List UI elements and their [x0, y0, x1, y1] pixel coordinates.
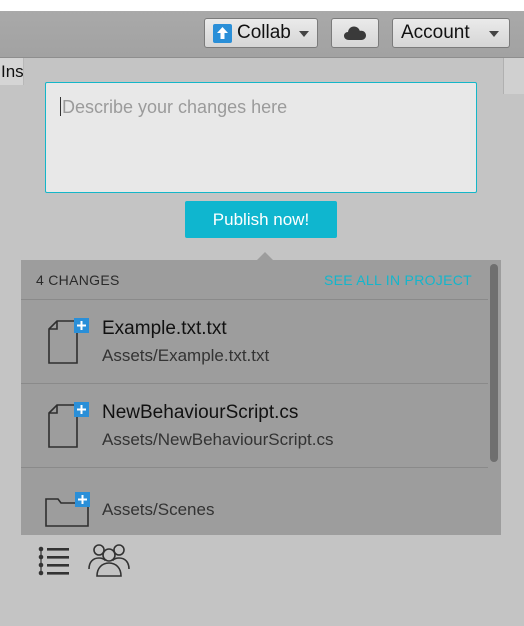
file-path: Assets/NewBehaviourScript.cs	[102, 430, 334, 449]
cloud-button[interactable]	[331, 18, 379, 48]
file-added-icon	[45, 318, 89, 371]
changes-panel: 4 CHANGES SEE ALL IN PROJECT Example.txt…	[21, 260, 501, 535]
account-dropdown[interactable]: Account	[392, 18, 510, 48]
window-top-edge	[0, 0, 524, 11]
collab-button[interactable]: Collab	[204, 18, 318, 48]
chevron-down-icon	[489, 31, 499, 37]
folder-added-icon	[45, 492, 91, 533]
file-added-icon	[45, 402, 89, 455]
changes-header: 4 CHANGES SEE ALL IN PROJECT	[21, 260, 488, 300]
toolbar: Collab Account	[0, 11, 524, 58]
list-item[interactable]: Example.txt.txt Assets/Example.txt.txt	[21, 300, 488, 384]
scrollbar-thumb[interactable]	[490, 264, 498, 462]
commit-message-input[interactable]: Describe your changes here	[45, 82, 477, 193]
changes-scrollbar[interactable]	[490, 262, 499, 535]
chevron-down-icon	[299, 31, 309, 37]
file-name: NewBehaviourScript.cs	[102, 402, 299, 423]
commit-message-placeholder: Describe your changes here	[62, 97, 288, 117]
collaborators-icon[interactable]	[86, 542, 132, 583]
account-label: Account	[401, 22, 470, 43]
history-icon[interactable]	[37, 545, 71, 582]
collab-label: Collab	[237, 22, 291, 43]
changes-count: 4 CHANGES	[36, 272, 120, 288]
inspector-side-strip	[503, 58, 524, 94]
text-cursor	[60, 97, 61, 116]
file-path: Assets/Scenes	[102, 500, 215, 519]
list-item[interactable]: Assets/Scenes	[21, 468, 488, 535]
file-name: Example.txt.txt	[102, 318, 227, 339]
collab-upload-icon	[213, 23, 232, 43]
tab-inspector[interactable]: Inspector	[0, 58, 24, 85]
publish-button[interactable]: Publish now!	[185, 201, 337, 238]
list-item[interactable]: NewBehaviourScript.cs Assets/NewBehaviou…	[21, 384, 488, 468]
cloud-icon	[344, 26, 366, 40]
file-path: Assets/Example.txt.txt	[102, 346, 270, 365]
see-all-in-project-link[interactable]: SEE ALL IN PROJECT	[324, 272, 472, 288]
